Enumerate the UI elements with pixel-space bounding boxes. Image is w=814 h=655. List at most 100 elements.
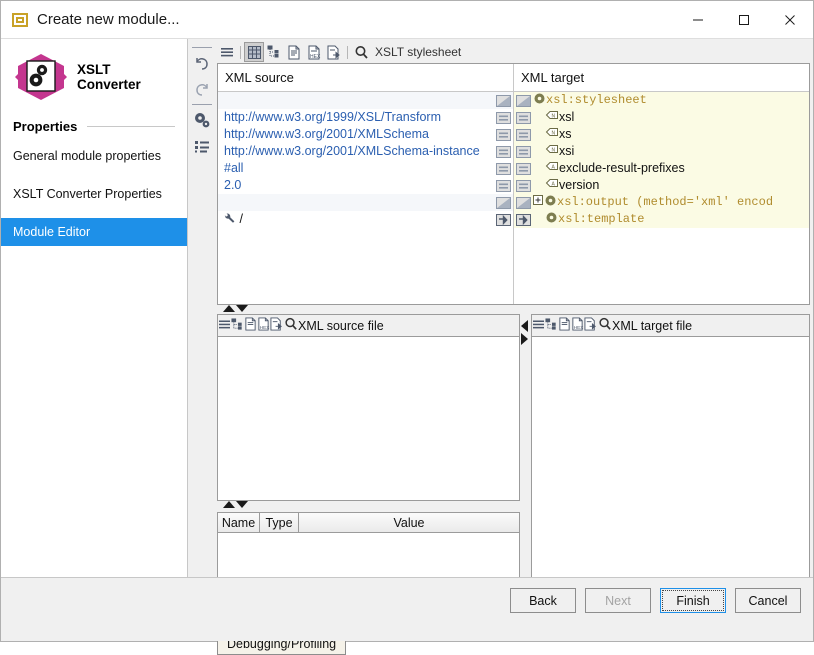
xml-source-file-body[interactable] (217, 336, 520, 501)
mapping-line-icon[interactable] (494, 143, 513, 160)
xml-target-header: XML target (514, 64, 809, 92)
collapse-up-icon[interactable] (223, 501, 235, 508)
create-new-module-dialog: Create new module... (0, 0, 814, 642)
cancel-button[interactable]: Cancel (735, 588, 801, 613)
vertical-splitter[interactable] (520, 314, 531, 575)
search-icon[interactable] (351, 42, 371, 62)
back-button[interactable]: Back (510, 588, 576, 613)
tree-row-label: xsl:output (method='xml' encod (557, 194, 773, 211)
column-header-value[interactable]: Value (299, 513, 519, 532)
mapping-line-icon[interactable] (494, 160, 513, 177)
tree-row[interactable]: xsl:stylesheet (514, 92, 809, 109)
list-item[interactable] (218, 92, 513, 109)
menu-icon[interactable] (217, 42, 237, 62)
mapping-panels: XML source http://www.w3.org/1999/XSL/Tr… (217, 63, 810, 305)
finish-button[interactable]: Finish (660, 588, 726, 613)
mapping-arrow-icon[interactable] (514, 214, 533, 226)
close-icon[interactable] (767, 1, 813, 38)
sidebar-item-xslt-converter-properties[interactable]: XSLT Converter Properties (1, 180, 187, 208)
hex-document-icon[interactable]: HEX (304, 42, 324, 62)
expand-node-icon[interactable] (533, 194, 544, 211)
mapping-line-icon[interactable] (514, 112, 533, 124)
mapping-block-icon[interactable] (514, 197, 533, 209)
import-document-icon[interactable] (270, 317, 284, 334)
list-item[interactable]: / (218, 211, 513, 228)
editor-area: HEX XSLT stylesheet XML source (217, 41, 810, 575)
xml-source-file-label: XML source file (298, 319, 384, 333)
tree-row[interactable]: A version (514, 177, 809, 194)
sidebar: XSLT Converter Properties General module… (1, 39, 188, 577)
menu-icon[interactable] (218, 318, 231, 334)
menu-icon[interactable] (532, 318, 545, 334)
horizontal-splitter-lower[interactable] (217, 501, 520, 512)
collapse-down-icon[interactable] (236, 305, 248, 312)
document-icon[interactable] (244, 317, 257, 334)
minimize-icon[interactable] (675, 1, 721, 38)
tree-row[interactable]: N xs (514, 126, 809, 143)
gears-icon[interactable] (190, 107, 214, 133)
xml-target-tree[interactable]: xsl:stylesheet N xsl N (514, 92, 809, 304)
tree-icon[interactable] (545, 318, 558, 334)
column-header-name[interactable]: Name (218, 513, 260, 532)
list-icon[interactable] (190, 133, 214, 159)
tree-row[interactable]: N xsl (514, 109, 809, 126)
mapping-line-icon[interactable] (514, 163, 533, 175)
mapping-block-icon[interactable] (494, 194, 513, 211)
list-item[interactable]: http://www.w3.org/2001/XMLSchema (218, 126, 513, 143)
document-icon[interactable] (558, 317, 571, 334)
attribute-icon: A (545, 160, 559, 177)
hex-document-icon[interactable]: HEX (571, 317, 584, 334)
column-header-type[interactable]: Type (260, 513, 299, 532)
undo-icon[interactable] (190, 50, 214, 76)
tree-icon[interactable] (264, 42, 284, 62)
source-row-text: 2.0 (224, 178, 241, 192)
import-document-icon[interactable] (584, 317, 598, 334)
xml-source-file-toolbar: HEX XML source file (217, 314, 520, 336)
brand-title: XSLT Converter (77, 62, 141, 92)
hex-document-icon[interactable]: HEX (257, 317, 270, 334)
name-type-value-header: Name Type Value (217, 512, 520, 533)
collapse-left-icon[interactable] (521, 320, 528, 332)
collapse-up-icon[interactable] (223, 305, 235, 312)
list-item[interactable]: #all (218, 160, 513, 177)
tree-row[interactable]: N xsi (514, 143, 809, 160)
tree-icon[interactable] (231, 318, 244, 334)
xslt-converter-logo (9, 51, 73, 103)
list-item[interactable]: 2.0 (218, 177, 513, 194)
list-item[interactable]: http://www.w3.org/2001/XMLSchema-instanc… (218, 143, 513, 160)
properties-section-heading: Properties (13, 119, 187, 134)
mapping-line-icon[interactable] (514, 129, 533, 141)
tree-row[interactable]: xsl:template (514, 211, 809, 228)
search-icon[interactable] (598, 317, 612, 334)
mapping-arrow-icon[interactable] (494, 211, 513, 228)
list-item[interactable]: http://www.w3.org/1999/XSL/Transform (218, 109, 513, 126)
import-document-icon[interactable] (324, 42, 344, 62)
mapping-block-icon[interactable] (514, 95, 533, 107)
splitter-arrows (521, 320, 528, 345)
grid-icon[interactable] (244, 42, 264, 62)
search-icon[interactable] (284, 317, 298, 334)
dialog-body: XSLT Converter Properties General module… (1, 39, 813, 641)
mapping-line-icon[interactable] (514, 146, 533, 158)
horizontal-splitter[interactable] (217, 305, 810, 314)
module-icon (12, 13, 28, 27)
tree-row-label: xsl:template (558, 211, 644, 228)
mapping-line-icon[interactable] (494, 177, 513, 194)
mapping-line-icon[interactable] (494, 126, 513, 143)
document-icon[interactable] (284, 42, 304, 62)
source-row-text: http://www.w3.org/2001/XMLSchema (224, 127, 429, 141)
mapping-line-icon[interactable] (494, 109, 513, 126)
redo-icon[interactable] (190, 76, 214, 102)
maximize-icon[interactable] (721, 1, 767, 38)
mapping-block-icon[interactable] (494, 92, 513, 109)
mapping-line-icon[interactable] (514, 180, 533, 192)
tree-row[interactable]: xsl:output (method='xml' encod (514, 194, 809, 211)
sidebar-item-general-module-properties[interactable]: General module properties (1, 142, 187, 170)
tree-row[interactable]: A exclude-result-prefixes (514, 160, 809, 177)
collapse-right-icon[interactable] (521, 333, 528, 345)
xml-target-file-body[interactable] (531, 336, 810, 590)
xml-source-list[interactable]: http://www.w3.org/1999/XSL/Transform htt… (218, 92, 513, 304)
sidebar-item-module-editor[interactable]: Module Editor (1, 218, 187, 246)
collapse-down-icon[interactable] (236, 501, 248, 508)
list-item[interactable] (218, 194, 513, 211)
